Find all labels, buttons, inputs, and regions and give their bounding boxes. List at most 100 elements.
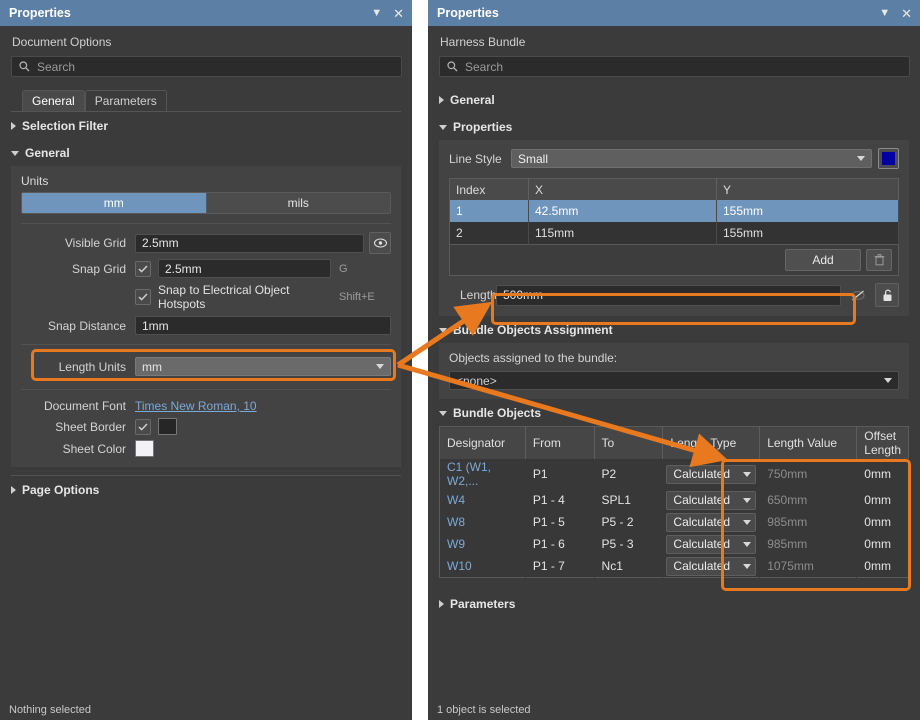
section-right-general[interactable]: General [428, 77, 920, 113]
table-row[interactable]: C1 (W1, W2,... P1 P2 Calculated 750mm 0m… [440, 459, 909, 489]
section-right-general-label: General [450, 93, 495, 107]
chevron-down-icon [439, 328, 447, 333]
table-row[interactable]: W9 P1 - 6 P5 - 3 Calculated 985mm 0mm [440, 533, 909, 555]
sheet-border-color-swatch[interactable] [158, 418, 177, 435]
vertices-table-header: Index X Y [450, 179, 899, 201]
add-button[interactable]: Add [785, 249, 861, 271]
left-search-input[interactable]: Search [11, 56, 402, 77]
assigned-objects-dropdown[interactable]: <none> [449, 371, 899, 390]
lock-open-icon[interactable] [875, 283, 899, 307]
general-group: Units mm mils Visible Grid 2.5mm Snap Gr… [11, 166, 401, 467]
col-x: X [529, 179, 717, 201]
length-type-dropdown[interactable]: Calculated [666, 491, 756, 510]
right-panel-close-icon[interactable]: ✕ [901, 7, 912, 20]
divider-3 [21, 389, 391, 390]
section-right-parameters[interactable]: Parameters [428, 578, 920, 617]
length-type-dropdown[interactable]: Calculated [666, 513, 756, 532]
length-type-value: Calculated [673, 559, 730, 573]
snap-grid-label: Snap Grid [21, 262, 135, 276]
eye-off-icon[interactable] [846, 283, 870, 307]
visible-grid-input[interactable]: 2.5mm [135, 234, 364, 253]
left-status-bar: Nothing selected [0, 700, 412, 720]
row-offset-length[interactable]: 0mm [857, 459, 909, 489]
table-row[interactable]: W10 P1 - 7 Nc1 Calculated 1075mm 0mm [440, 555, 909, 578]
length-row: Length 500mm [449, 283, 899, 307]
section-right-properties[interactable]: Properties [428, 113, 920, 140]
right-panel-collapse-icon[interactable]: ▼ [879, 8, 890, 19]
col-from: From [525, 427, 594, 460]
line-style-color-swatch[interactable] [878, 148, 899, 169]
right-search-row: Search [428, 56, 920, 77]
length-units-dropdown[interactable]: mm [135, 357, 391, 376]
section-page-options[interactable]: Page Options [0, 476, 412, 503]
left-panel-close-icon[interactable]: ✕ [393, 7, 404, 20]
chevron-right-icon [11, 486, 16, 494]
vertex-y[interactable]: 155mm [717, 200, 899, 222]
sheet-border-checkbox[interactable] [135, 419, 151, 435]
section-bundle-objects[interactable]: Bundle Objects [428, 399, 920, 426]
document-font-label: Document Font [21, 399, 135, 413]
left-panel-collapse-icon[interactable]: ▼ [371, 8, 382, 19]
snap-hotspots-checkbox[interactable] [135, 289, 151, 305]
row-offset-length[interactable]: 0mm [857, 511, 909, 533]
bundle-objects-header: Designator From To Length Type Length Va… [440, 427, 909, 460]
table-row[interactable]: 1 42.5mm 155mm [450, 200, 899, 222]
row-offset-length[interactable]: 0mm [857, 555, 909, 578]
snap-distance-row: Snap Distance 1mm [21, 316, 391, 335]
length-type-dropdown[interactable]: Calculated [666, 535, 756, 554]
row-length-type-cell[interactable]: Calculated [663, 489, 760, 511]
table-row[interactable]: 2 115mm 155mm [450, 222, 899, 245]
row-length-type-cell[interactable]: Calculated [663, 511, 760, 533]
snap-grid-checkbox[interactable] [135, 261, 151, 277]
row-length-type-cell[interactable]: Calculated [663, 533, 760, 555]
chevron-right-icon [439, 600, 444, 608]
row-length-value: 750mm [760, 459, 857, 489]
right-search-input[interactable]: Search [439, 56, 910, 77]
snap-grid-input[interactable]: 2.5mm [158, 259, 331, 278]
units-toggle[interactable]: mm mils [21, 192, 391, 214]
units-option-mils[interactable]: mils [206, 193, 391, 213]
length-type-dropdown[interactable]: Calculated [666, 557, 756, 576]
row-from: P1 - 4 [525, 489, 594, 511]
length-type-value: Calculated [673, 467, 730, 481]
length-type-dropdown[interactable]: Calculated [666, 465, 756, 484]
vertex-y[interactable]: 155mm [717, 222, 899, 245]
row-length-type-cell[interactable]: Calculated [663, 555, 760, 578]
row-designator: W8 [440, 511, 526, 533]
units-option-mm[interactable]: mm [22, 193, 206, 213]
row-designator: C1 (W1, W2,... [440, 459, 526, 489]
section-selection-filter[interactable]: Selection Filter [0, 112, 412, 139]
col-to: To [594, 427, 663, 460]
vertices-table: Index X Y 1 42.5mm 155mm 2 115mm 155mm [449, 178, 899, 245]
line-style-dropdown[interactable]: Small [511, 149, 872, 168]
section-general[interactable]: General [0, 139, 412, 166]
table-row[interactable]: W8 P1 - 5 P5 - 2 Calculated 985mm 0mm [440, 511, 909, 533]
length-input[interactable]: 500mm [496, 285, 841, 306]
chevron-down-icon [743, 520, 751, 525]
section-page-options-label: Page Options [22, 483, 99, 497]
visible-grid-label: Visible Grid [21, 236, 135, 250]
trash-icon[interactable] [866, 249, 892, 271]
bundle-objects-table: Designator From To Length Type Length Va… [439, 426, 909, 578]
vertex-x[interactable]: 42.5mm [529, 200, 717, 222]
section-bundle-objects-assignment[interactable]: Bundle Objects Assignment [428, 316, 920, 343]
bundle-objects-table-wrap: Designator From To Length Type Length Va… [439, 426, 909, 578]
document-font-link[interactable]: Times New Roman, 10 [135, 399, 257, 413]
row-offset-length[interactable]: 0mm [857, 489, 909, 511]
row-from: P1 - 6 [525, 533, 594, 555]
line-style-value: Small [518, 152, 857, 166]
section-bundle-objects-assignment-label: Bundle Objects Assignment [453, 323, 613, 337]
tab-general[interactable]: General [22, 90, 85, 111]
chevron-down-icon [439, 411, 447, 416]
snap-distance-input[interactable]: 1mm [135, 316, 391, 335]
snap-grid-shortcut: G [339, 263, 391, 275]
snap-hotspots-shortcut: Shift+E [339, 291, 391, 303]
table-row[interactable]: W4 P1 - 4 SPL1 Calculated 650mm 0mm [440, 489, 909, 511]
row-length-type-cell[interactable]: Calculated [663, 459, 760, 489]
sheet-color-swatch[interactable] [135, 440, 154, 457]
col-length-type: Length Type [663, 427, 760, 460]
row-offset-length[interactable]: 0mm [857, 533, 909, 555]
tab-parameters[interactable]: Parameters [85, 90, 167, 111]
eye-icon[interactable] [369, 232, 391, 254]
vertex-x[interactable]: 115mm [529, 222, 717, 245]
